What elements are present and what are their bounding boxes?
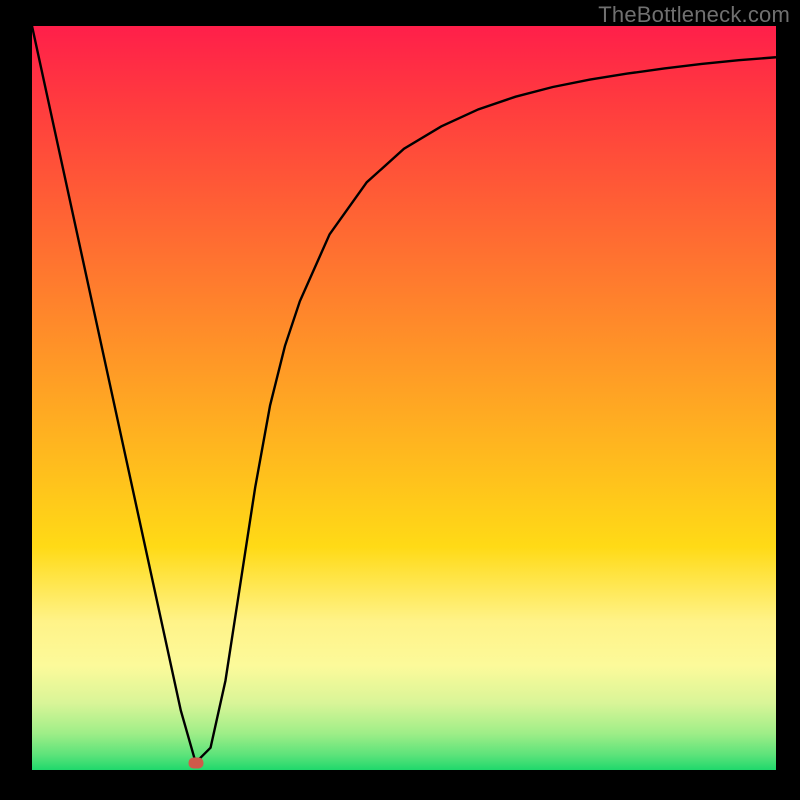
- chart-frame: TheBottleneck.com: [0, 0, 800, 800]
- plot-area: [32, 26, 776, 770]
- minimum-marker: [188, 757, 203, 768]
- watermark-text: TheBottleneck.com: [598, 2, 790, 28]
- curve-path: [32, 26, 776, 763]
- bottleneck-curve: [32, 26, 776, 770]
